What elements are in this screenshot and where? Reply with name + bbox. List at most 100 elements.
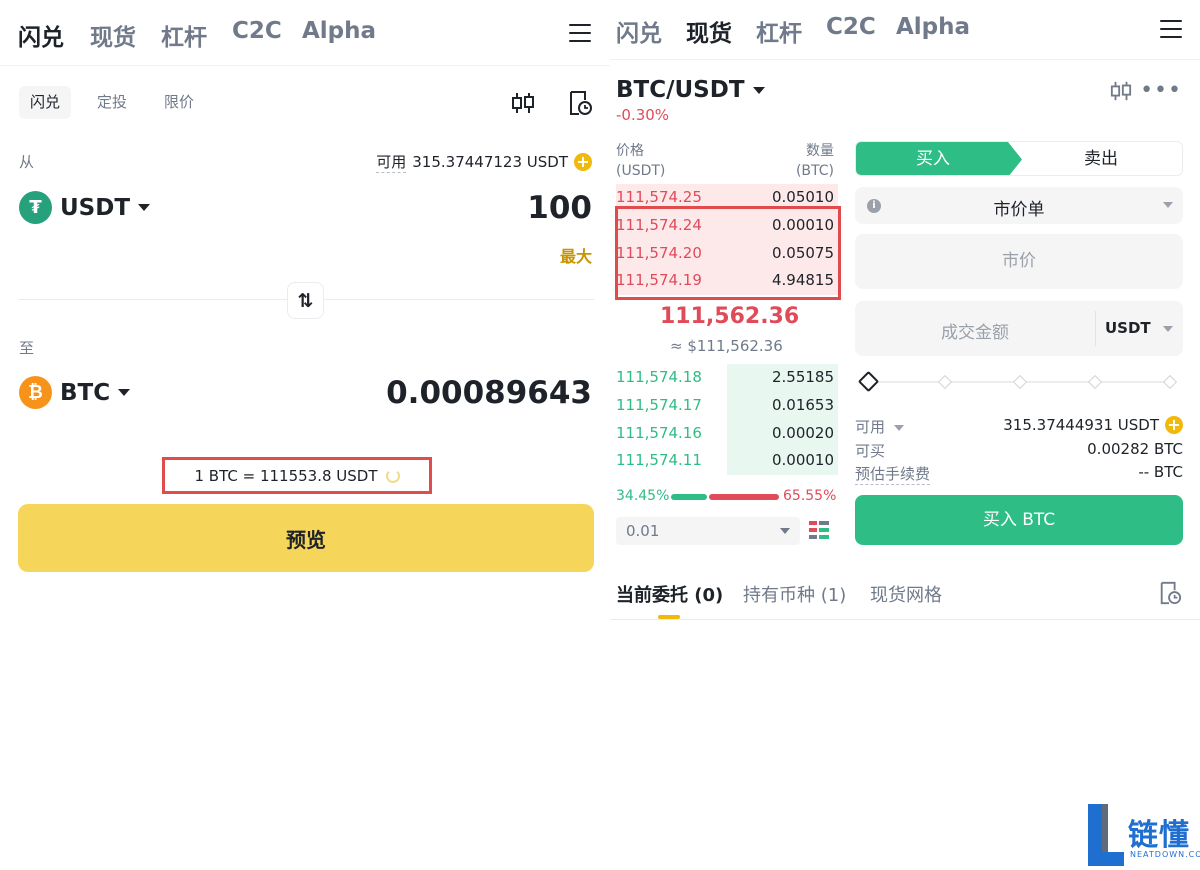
bid-qty: 0.00010 [771,451,834,469]
subtab-limit[interactable]: 限价 [153,86,205,119]
more-dots-icon[interactable]: ••• [1140,78,1182,103]
chevron-down-icon [1163,202,1173,208]
preview-button[interactable]: 预览 [18,504,594,572]
slider-handle[interactable] [857,370,880,393]
max-button[interactable]: 最大 [560,243,592,267]
can-buy-value: 0.00282 BTC [1087,440,1183,458]
order-history-icon[interactable] [567,90,593,116]
nav-tab-margin[interactable]: 杠杆 [161,18,207,52]
nav-tab-spot[interactable]: 现货 [686,14,732,48]
last-price: 111,562.36 [660,304,800,329]
top-nav: 闪兑 现货 杠杆 C2C Alpha [0,0,610,66]
order-history-icon[interactable] [1158,581,1182,605]
chevron-down-icon [1163,326,1173,332]
candlestick-icon[interactable] [1110,80,1132,102]
amount-input[interactable]: 成交金额 USDT [855,301,1183,356]
slider-step-75[interactable] [1087,374,1103,390]
slider-step-25[interactable] [937,374,953,390]
orderbook-layout-icon[interactable] [808,519,830,541]
top-nav: 闪兑 现货 杠杆 C2C Alpha [610,0,1200,60]
available-label[interactable]: 可用 [855,416,904,437]
bid-row[interactable]: 111,574.18 2.55185 [616,364,838,392]
convert-panel: 闪兑 现货 杠杆 C2C Alpha 闪兑 定投 限价 从 可用 315.374… [0,0,610,870]
amount-placeholder: 成交金额 [941,323,1009,343]
from-label: 从 [19,153,35,171]
nav-tab-alpha[interactable]: Alpha [302,18,376,44]
last-price-usd: ≈ $111,562.36 [670,337,783,355]
bid-qty: 0.01653 [771,396,834,414]
available-label-text: 可用 [855,418,886,436]
fee-value: -- BTC [1138,463,1183,481]
bitcoin-icon: ₿ [19,376,52,409]
can-buy-label: 可买 [855,442,886,460]
available-label: 可用 [376,153,407,173]
price-header-unit: (USDT) [616,163,666,179]
swap-arrows-icon: ⇅ [297,289,314,312]
highlight-box [615,206,841,300]
depth-precision-value: 0.01 [626,522,660,540]
from-coin: USDT [60,194,131,221]
available-value: 315.37447123 USDT [412,153,568,171]
hamburger-icon[interactable] [569,24,591,44]
watermark-logo: 链懂 NEATDOWN.COM [1086,800,1200,866]
tab-holdings[interactable]: 持有币种 (1) [743,581,846,607]
depth-precision-select[interactable]: 0.01 [616,517,800,545]
deposit-plus-icon[interactable]: + [1165,416,1183,434]
amount-currency-select[interactable]: USDT [1105,319,1151,337]
nav-tab-c2c[interactable]: C2C [232,18,282,44]
buy-btc-button[interactable]: 买入 BTC [855,495,1183,545]
rate-text: 1 BTC = 111553.8 USDT [194,466,378,485]
price-change: -0.30% [616,106,670,124]
refresh-spinner-icon [385,468,400,483]
nav-tab-c2c[interactable]: C2C [826,14,876,40]
slider-step-100[interactable] [1162,374,1178,390]
order-type-select[interactable]: i 市价单 [855,187,1183,224]
tab-open-orders[interactable]: 当前委托 (0) [616,581,723,607]
to-amount: 0.00089643 [386,375,592,411]
divider [610,619,1200,620]
sell-tab[interactable]: 卖出 [1020,142,1182,175]
bid-price: 111,574.17 [616,396,702,414]
nav-tab-spot[interactable]: 现货 [90,18,136,52]
bid-row[interactable]: 111,574.11 0.00010 [616,447,838,475]
chevron-down-icon [138,204,151,211]
chevron-down-icon [893,424,904,431]
available-value: 315.37444931 USDT + [1003,416,1183,434]
divider [1095,311,1096,346]
buy-tab[interactable]: 买入 [856,142,1022,175]
candlestick-icon[interactable] [511,91,535,115]
watermark-sub: NEATDOWN.COM [1130,850,1200,859]
watermark-text: 链懂 [1128,818,1190,853]
pair-selector[interactable]: BTC/USDT [616,77,765,103]
nav-tab-margin[interactable]: 杠杆 [756,14,802,48]
hamburger-icon[interactable] [1160,20,1182,40]
slider-step-50[interactable] [1012,374,1028,390]
ask-qty: 0.05010 [771,188,834,206]
chevron-down-icon [780,528,790,534]
price-header: 价格 (USDT) [616,141,665,181]
nav-tab-convert[interactable]: 闪兑 [18,18,64,52]
buy-ratio-bar [671,494,708,500]
qty-header-label: 数量 [806,143,834,159]
fee-label[interactable]: 预估手续费 [855,463,931,485]
from-coin-selector[interactable]: ₮ USDT [19,191,151,224]
tether-icon: ₮ [19,191,52,224]
chevron-down-icon [118,389,131,396]
bid-row[interactable]: 111,574.16 0.00020 [616,420,838,448]
buy-ratio: 34.45% [616,488,670,504]
bid-price: 111,574.16 [616,424,702,442]
qty-header: 数量 (BTC) [780,141,834,181]
deposit-plus-icon[interactable]: + [574,153,592,171]
nav-tab-convert[interactable]: 闪兑 [616,14,662,48]
bid-price: 111,574.11 [616,451,702,469]
swap-direction-button[interactable]: ⇅ [287,282,324,319]
tab-spot-grid[interactable]: 现货网格 [870,581,942,607]
bid-qty: 0.00020 [771,424,834,442]
to-coin-selector[interactable]: ₿ BTC [19,376,131,409]
from-amount-input[interactable]: 100 [527,190,592,226]
subtab-recurring[interactable]: 定投 [86,86,138,119]
bid-row[interactable]: 111,574.17 0.01653 [616,392,838,420]
bid-qty: 2.55185 [771,368,834,386]
subtab-convert[interactable]: 闪兑 [19,86,72,119]
nav-tab-alpha[interactable]: Alpha [896,14,970,40]
